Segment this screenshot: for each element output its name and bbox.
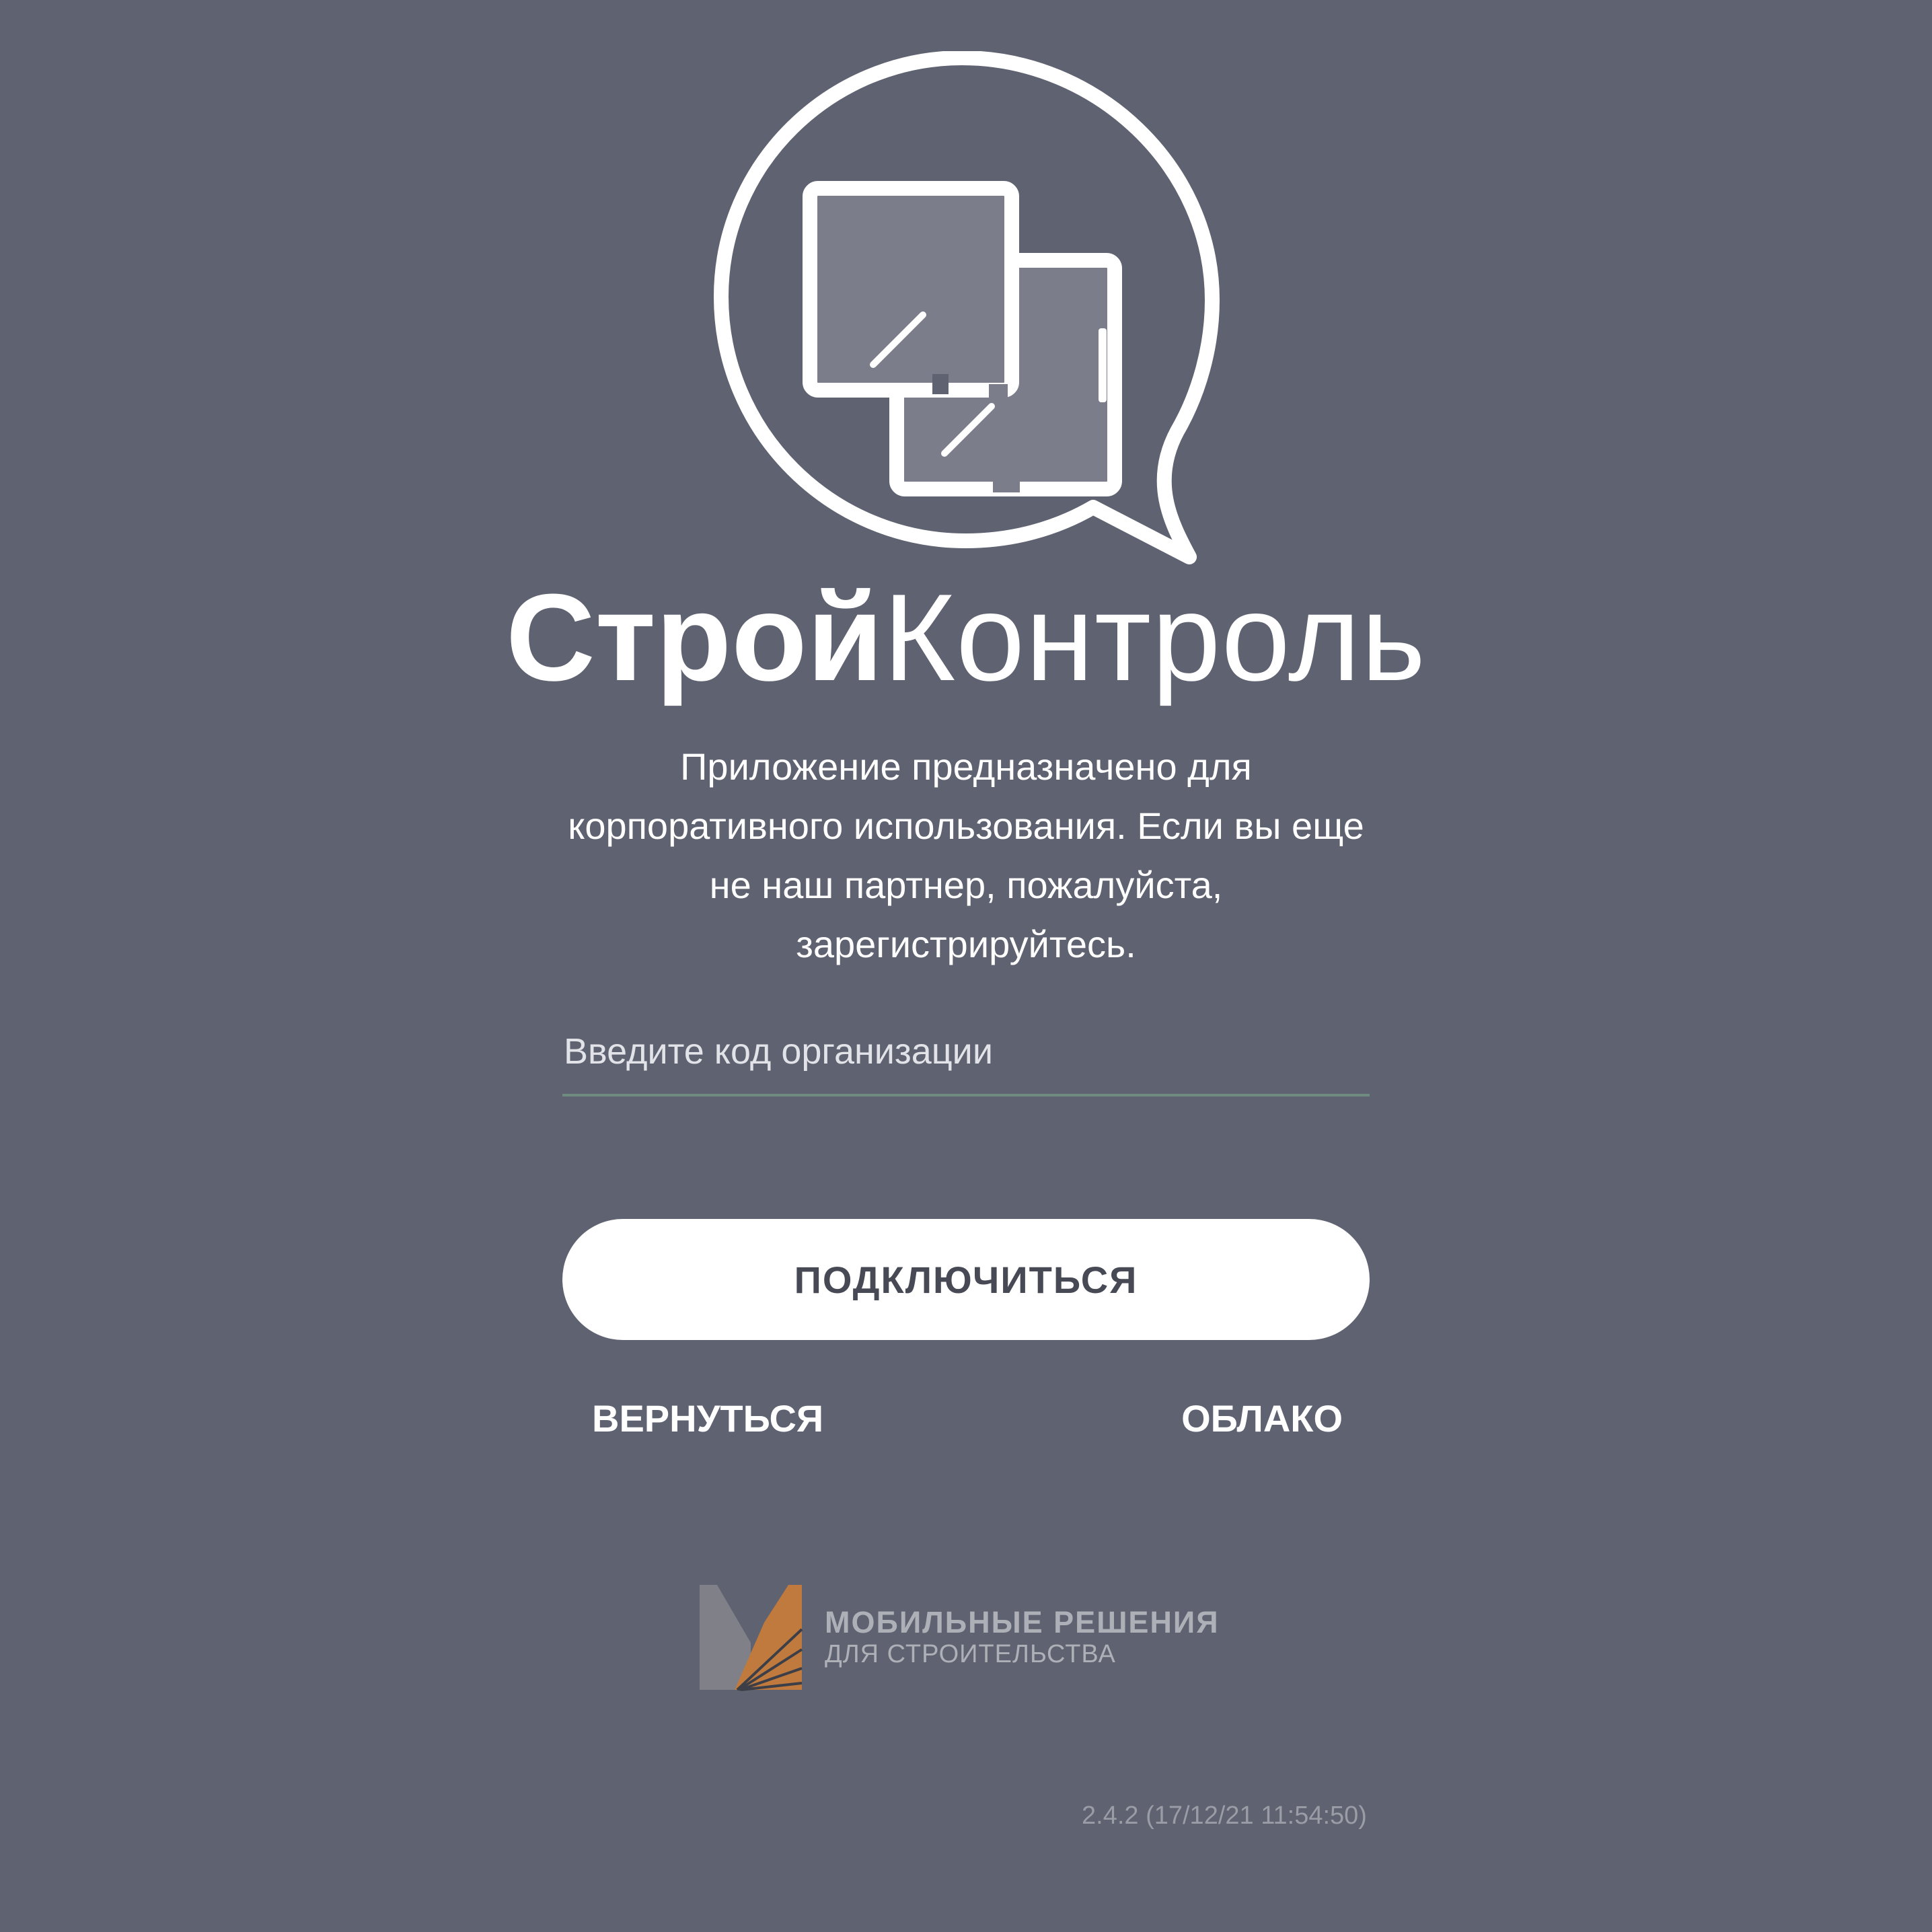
org-code-input[interactable] — [562, 1029, 1370, 1097]
app-title-bold: Строй — [505, 568, 883, 706]
vendor-name: МОБИЛЬНЫЕ РЕШЕНИЯ — [825, 1605, 1220, 1639]
app-description: Приложение предназначено для корпоративн… — [568, 745, 1364, 965]
m-letter-logo-icon — [700, 1585, 803, 1691]
login-screen: СтройКонтроль Приложение предназначено д… — [0, 0, 1932, 1932]
cloud-button[interactable]: ОБЛАКО — [1157, 1394, 1343, 1442]
back-button[interactable]: ВЕРНУТЬСЯ — [592, 1394, 834, 1442]
vendor-subtitle: ДЛЯ СТРОИТЕЛЬСТВА — [825, 1640, 1116, 1668]
chat-bubble-devices-icon — [714, 51, 1220, 564]
app-title-light: Контроль — [883, 568, 1427, 706]
version-label: 2.4.2 (17/12/21 11:54:50) — [1082, 1801, 1367, 1830]
connect-button[interactable]: ПОДКЛЮЧИТЬСЯ — [562, 1219, 1370, 1340]
app-title: СтройКонтроль — [0, 575, 1932, 699]
